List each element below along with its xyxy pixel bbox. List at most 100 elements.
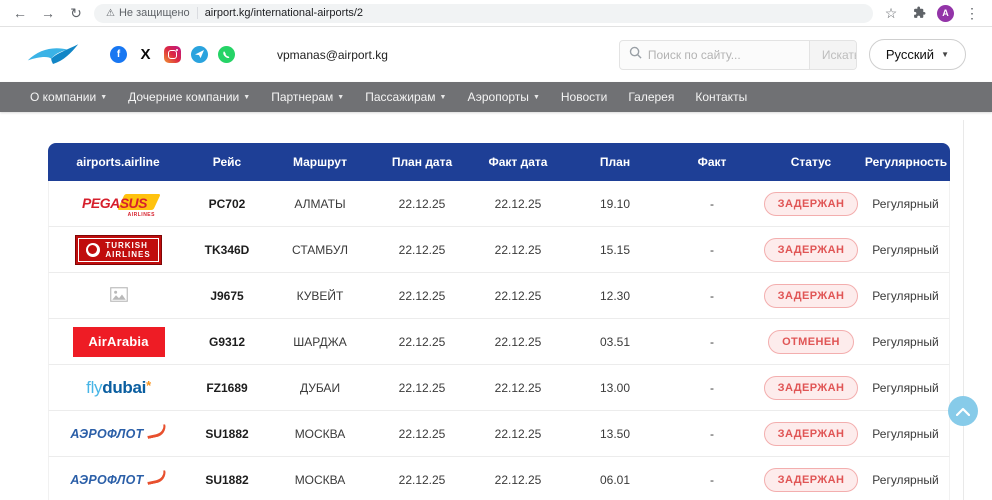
status-badge: ЗАДЕРЖАН bbox=[764, 422, 859, 446]
fact-date: 22.12.25 bbox=[470, 273, 566, 319]
plan-date: 22.12.25 bbox=[374, 319, 470, 365]
plan-time: 03.51 bbox=[566, 319, 664, 365]
browser-menu-icon[interactable]: ⋮ bbox=[962, 6, 982, 20]
table-row: АЭРОФЛОТ SU1882 МОСКВА 22.12.25 22.12.25… bbox=[48, 457, 950, 500]
airport-logo[interactable] bbox=[26, 40, 80, 70]
social-links: f X bbox=[110, 46, 235, 63]
flight-number: PC702 bbox=[188, 181, 266, 227]
airline-logo-cell: PEGASUS AIRLINES bbox=[48, 181, 188, 227]
reload-button-icon[interactable]: ↻ bbox=[66, 6, 86, 20]
chevron-down-icon: ▼ bbox=[440, 94, 447, 101]
fact-date: 22.12.25 bbox=[470, 411, 566, 457]
plan-time: 12.30 bbox=[566, 273, 664, 319]
content-edge-divider bbox=[963, 120, 964, 500]
col-header-fact-date: Факт дата bbox=[470, 143, 566, 181]
status-badge: ЗАДЕРЖАН bbox=[764, 238, 859, 262]
security-chip[interactable]: ⚠ Не защищено bbox=[106, 7, 190, 19]
status-cell: ЗАДЕРЖАН bbox=[760, 457, 862, 500]
fact-time: - bbox=[664, 457, 760, 500]
route: АЛМАТЫ bbox=[266, 181, 374, 227]
x-twitter-icon[interactable]: X bbox=[137, 46, 154, 63]
table-row: AirArabia G9312 ШАРДЖА 22.12.25 22.12.25… bbox=[48, 319, 950, 365]
plan-time: 06.01 bbox=[566, 457, 664, 500]
nav-item-subsidiaries[interactable]: Дочерние компании▼ bbox=[128, 90, 250, 104]
fact-date: 22.12.25 bbox=[470, 181, 566, 227]
regularity: Регулярный bbox=[862, 411, 950, 457]
plan-date: 22.12.25 bbox=[374, 273, 470, 319]
table-header-row: airports.airline Рейс Маршрут План дата … bbox=[48, 143, 950, 181]
col-header-plan-time: План bbox=[566, 143, 664, 181]
route: МОСКВА bbox=[266, 457, 374, 500]
fact-time: - bbox=[664, 319, 760, 365]
flights-table: airports.airline Рейс Маршрут План дата … bbox=[48, 143, 950, 500]
whatsapp-icon[interactable] bbox=[218, 46, 235, 63]
warning-icon: ⚠ bbox=[106, 8, 115, 19]
flight-number: G9312 bbox=[188, 319, 266, 365]
airline-logo-cell: АЭРОФЛОТ bbox=[48, 457, 188, 500]
col-header-fact-time: Факт bbox=[664, 143, 760, 181]
chevron-down-icon: ▼ bbox=[533, 94, 540, 101]
page-content: airports.airline Рейс Маршрут План дата … bbox=[0, 112, 992, 500]
regularity: Регулярный bbox=[862, 273, 950, 319]
nav-item-partners[interactable]: Партнерам▼ bbox=[271, 90, 344, 104]
bookmark-star-icon[interactable]: ☆ bbox=[881, 6, 901, 20]
route: МОСКВА bbox=[266, 411, 374, 457]
url-text: airport.kg/international-airports/2 bbox=[205, 7, 363, 19]
search-input[interactable] bbox=[642, 48, 809, 62]
col-header-plan-date: План дата bbox=[374, 143, 470, 181]
language-selector[interactable]: Русский ▼ bbox=[869, 39, 966, 70]
nav-item-passengers[interactable]: Пассажирам▼ bbox=[365, 90, 446, 104]
table-row: flydubai* FZ1689 ДУБАИ 22.12.25 22.12.25… bbox=[48, 365, 950, 411]
language-label: Русский bbox=[886, 47, 934, 62]
instagram-icon[interactable] bbox=[164, 46, 181, 63]
status-cell: ЗАДЕРЖАН bbox=[760, 181, 862, 227]
extensions-puzzle-icon[interactable] bbox=[909, 6, 929, 21]
col-header-airline: airports.airline bbox=[48, 143, 188, 181]
status-cell: ЗАДЕРЖАН bbox=[760, 273, 862, 319]
fact-date: 22.12.25 bbox=[470, 227, 566, 273]
forward-button-icon[interactable]: → bbox=[38, 6, 58, 20]
nav-item-news[interactable]: Новости bbox=[561, 90, 607, 104]
turkish-emblem bbox=[86, 243, 100, 257]
scroll-to-top-button[interactable] bbox=[948, 396, 978, 426]
plan-date: 22.12.25 bbox=[374, 365, 470, 411]
table-row: PEGASUS AIRLINES PC702 АЛМАТЫ 22.12.25 2… bbox=[48, 181, 950, 227]
regularity: Регулярный bbox=[862, 181, 950, 227]
regularity: Регулярный bbox=[862, 457, 950, 500]
nav-item-contacts[interactable]: Контакты bbox=[695, 90, 747, 104]
fact-date: 22.12.25 bbox=[470, 365, 566, 411]
fact-time: - bbox=[664, 181, 760, 227]
chevron-down-icon: ▼ bbox=[337, 94, 344, 101]
flight-number: FZ1689 bbox=[188, 365, 266, 411]
col-header-route: Маршрут bbox=[266, 143, 374, 181]
flight-number: J9675 bbox=[188, 273, 266, 319]
contact-email: vpmanas@airport.kg bbox=[277, 48, 388, 62]
route: КУВЕЙТ bbox=[266, 273, 374, 319]
profile-avatar[interactable]: A bbox=[937, 5, 954, 22]
nav-item-about[interactable]: О компании▼ bbox=[30, 90, 107, 104]
aeroflot-logo: АЭРОФЛОТ bbox=[70, 473, 166, 487]
search-submit-button[interactable]: Искать bbox=[809, 41, 857, 69]
fact-time: - bbox=[664, 273, 760, 319]
route: ДУБАИ bbox=[266, 365, 374, 411]
main-navigation: О компании▼ Дочерние компании▼ Партнерам… bbox=[0, 82, 992, 112]
security-label: Не защищено bbox=[119, 7, 190, 19]
facebook-icon[interactable]: f bbox=[110, 46, 127, 63]
chevron-down-icon: ▼ bbox=[100, 94, 107, 101]
status-badge: ОТМЕНЕН bbox=[768, 330, 854, 354]
nav-item-gallery[interactable]: Галерея bbox=[628, 90, 674, 104]
nav-item-airports[interactable]: Аэропорты▼ bbox=[467, 90, 539, 104]
aeroflot-wing-swoosh bbox=[145, 424, 167, 439]
chevron-up-icon bbox=[956, 407, 970, 416]
fact-time: - bbox=[664, 411, 760, 457]
back-button-icon[interactable]: ← bbox=[10, 6, 30, 20]
plan-date: 22.12.25 bbox=[374, 181, 470, 227]
aeroflot-logo: АЭРОФЛОТ bbox=[70, 427, 166, 441]
status-cell: ЗАДЕРЖАН bbox=[760, 365, 862, 411]
telegram-icon[interactable] bbox=[191, 46, 208, 63]
regularity: Регулярный bbox=[862, 319, 950, 365]
flydubai-orange-mark: * bbox=[146, 378, 151, 393]
address-bar[interactable]: ⚠ Не защищено airport.kg/international-a… bbox=[94, 4, 873, 23]
flydubai-logo: flydubai* bbox=[86, 378, 151, 397]
plan-date: 22.12.25 bbox=[374, 227, 470, 273]
